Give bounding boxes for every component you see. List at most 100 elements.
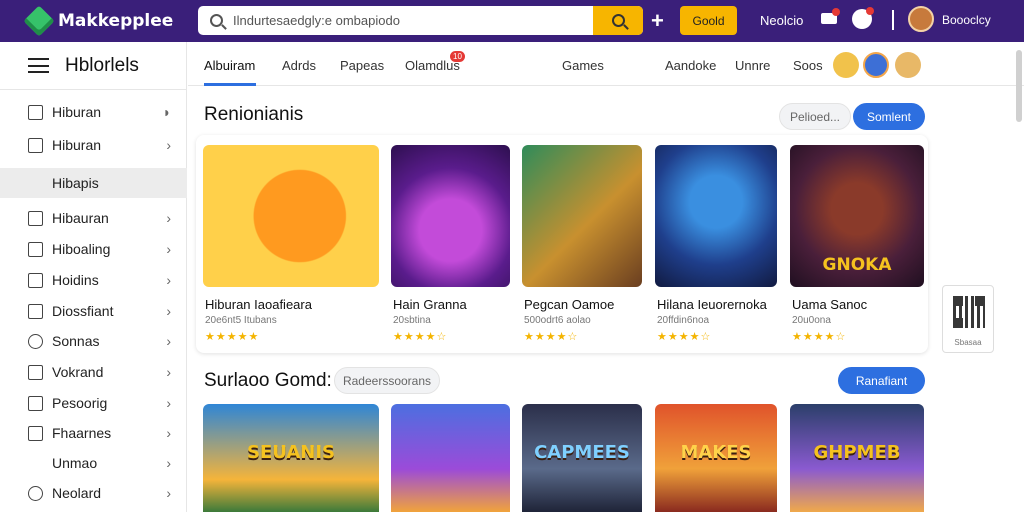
- game-meta: 20ffdin6noa: [657, 315, 710, 326]
- user-name[interactable]: Boooclcy: [942, 13, 991, 27]
- chevron-right-icon: ◗: [162, 104, 171, 120]
- game-title[interactable]: Hilana Ieuorernoka: [657, 297, 767, 312]
- game-title[interactable]: Hain Granna: [393, 297, 467, 312]
- game-card[interactable]: [391, 404, 510, 512]
- shield-icon: [28, 104, 43, 120]
- tab-unnre[interactable]: Unnre: [735, 58, 770, 73]
- user-avatar[interactable]: [908, 6, 934, 32]
- game-title[interactable]: Uama Sanoc: [792, 297, 867, 312]
- game-card[interactable]: MAKES: [655, 404, 777, 512]
- notification-dot: [866, 7, 874, 15]
- tab-soos[interactable]: Soos: [793, 58, 823, 73]
- game-card[interactable]: Hilana Ieuorernoka 20ffdin6noa ★★★★☆: [655, 145, 777, 343]
- chevron-right-icon: ›: [166, 364, 171, 380]
- game-thumbnail[interactable]: [655, 145, 777, 287]
- thumbnail-title: GHPMEB: [813, 442, 901, 463]
- star-rating: ★★★★☆: [792, 331, 847, 343]
- game-thumbnail[interactable]: [391, 404, 510, 512]
- chevron-right-icon: ›: [166, 272, 171, 288]
- game-title[interactable]: Hiburan Iaoafieara: [205, 297, 312, 312]
- game-meta: 500odrt6 aolao: [524, 315, 591, 326]
- sidebar-item[interactable]: Hoidins ›: [0, 265, 187, 295]
- chevron-right-icon: ›: [166, 395, 171, 411]
- chevron-right-icon: ›: [166, 303, 171, 319]
- search-button[interactable]: [593, 6, 643, 35]
- game-card[interactable]: CAPMEES: [522, 404, 642, 512]
- sidebar-item-label: Hiburan: [52, 104, 102, 120]
- chevron-right-icon: ›: [166, 210, 171, 226]
- friend-avatar[interactable]: [863, 52, 889, 78]
- notification-icon[interactable]: [852, 7, 874, 29]
- game-thumbnail[interactable]: [203, 145, 379, 287]
- sidebar-item[interactable]: Vokrand ›: [0, 357, 187, 387]
- sidebar-item[interactable]: Fhaarnes ›: [0, 418, 187, 448]
- sidebar-item[interactable]: Neolard ›: [0, 478, 187, 508]
- game-meta: 20u0ona: [792, 315, 831, 326]
- plus-icon[interactable]: +: [651, 8, 664, 34]
- game-card[interactable]: Hain Granna 20sbtina ★★★★☆: [391, 145, 510, 343]
- game-card[interactable]: Pegcan Oamoe 500odrt6 aolao ★★★★☆: [522, 145, 642, 343]
- filter-button[interactable]: Radeerssoorans: [334, 367, 440, 394]
- sidebar-item-label: Hibauran: [52, 210, 109, 226]
- tab-adrds[interactable]: Adrds: [282, 58, 316, 73]
- tab-aandoke[interactable]: Aandoke: [665, 58, 716, 73]
- box-icon: [28, 425, 43, 441]
- search-input[interactable]: Ilndurtesaedgly:e ombapiodo: [233, 13, 593, 28]
- game-thumbnail[interactable]: CAPMEES: [522, 404, 642, 512]
- star-rating: ★★★★☆: [393, 331, 448, 343]
- sidebar-item[interactable]: Pesoorig ›: [0, 388, 187, 418]
- sidebar-item[interactable]: Hiburan ›: [0, 130, 187, 160]
- tab-albuiram[interactable]: Albuiram: [204, 58, 255, 73]
- game-thumbnail[interactable]: [391, 145, 510, 287]
- create-button[interactable]: Goold: [680, 6, 737, 35]
- sidebar-item-label: Sonnas: [52, 333, 100, 349]
- game-meta: 20sbtina: [393, 315, 431, 326]
- qr-code[interactable]: Sbasaa: [942, 285, 994, 353]
- section-action-button[interactable]: Ranafiant: [838, 367, 925, 394]
- magnifier-icon: [611, 14, 625, 27]
- game-thumbnail[interactable]: [522, 145, 642, 287]
- cart-icon[interactable]: [820, 8, 840, 28]
- tab-games[interactable]: Games: [562, 58, 604, 73]
- scrollbar[interactable]: [1016, 50, 1022, 122]
- game-thumbnail[interactable]: GNOKA: [790, 145, 924, 287]
- sidebar-item-label: Pesoorig: [52, 395, 108, 411]
- game-thumbnail[interactable]: MAKES: [655, 404, 777, 512]
- thumbnail-title: MAKES: [680, 442, 752, 463]
- gem-icon: [23, 5, 55, 37]
- section-title: Renionianis: [204, 104, 304, 125]
- sidebar-item[interactable]: Sonnas ›: [0, 326, 187, 356]
- chevron-right-icon: ›: [166, 241, 171, 257]
- filter-button[interactable]: Pelioed...: [779, 103, 851, 130]
- sidebar-item[interactable]: Hiburan ◗: [0, 97, 187, 127]
- sidebar-item[interactable]: Diossfiant ›: [0, 296, 187, 326]
- sidebar-item-label: Hiburan: [52, 137, 102, 153]
- sidebar-item-label: Neolard: [52, 485, 102, 501]
- search-bar[interactable]: Ilndurtesaedgly:e ombapiodo: [198, 6, 643, 35]
- chevron-right-icon: ›: [166, 137, 171, 153]
- game-thumbnail[interactable]: GHPMEB: [790, 404, 924, 512]
- brand-logo[interactable]: Makkepplee: [23, 5, 188, 37]
- game-card[interactable]: Hiburan Iaoafieara 20e6nt5 Itubans ★★★★★: [203, 145, 379, 343]
- game-card[interactable]: GHPMEB: [790, 404, 924, 512]
- header-link[interactable]: Neolcio: [760, 13, 803, 28]
- sidebar-item[interactable]: Hibapis: [0, 168, 187, 198]
- friend-avatar[interactable]: [895, 52, 921, 78]
- hamburger-menu-icon[interactable]: [28, 58, 49, 73]
- game-thumbnail[interactable]: SEUANIS: [203, 404, 379, 512]
- friend-avatar[interactable]: [833, 52, 859, 78]
- sidebar-item[interactable]: Hibauran ›: [0, 203, 187, 233]
- thumbnail-title: SEUANIS: [247, 442, 335, 463]
- sidebar-item[interactable]: Unmao ›: [0, 448, 187, 478]
- search-icon: [210, 14, 223, 27]
- tab-papeas[interactable]: Papeas: [340, 58, 384, 73]
- chevron-right-icon: ›: [166, 455, 171, 471]
- game-title[interactable]: Pegcan Oamoe: [524, 297, 614, 312]
- sidebar-item[interactable]: Hiboaling ›: [0, 234, 187, 264]
- game-card[interactable]: GNOKA Uama Sanoc 20u0ona ★★★★☆: [790, 145, 924, 343]
- notification-dot: [832, 8, 840, 16]
- section-action-button[interactable]: Somlent: [853, 103, 925, 130]
- sidebar-item-label: Hibapis: [52, 175, 99, 191]
- game-card[interactable]: SEUANIS: [203, 404, 379, 512]
- sidebar-title: Hblorlels: [65, 54, 139, 76]
